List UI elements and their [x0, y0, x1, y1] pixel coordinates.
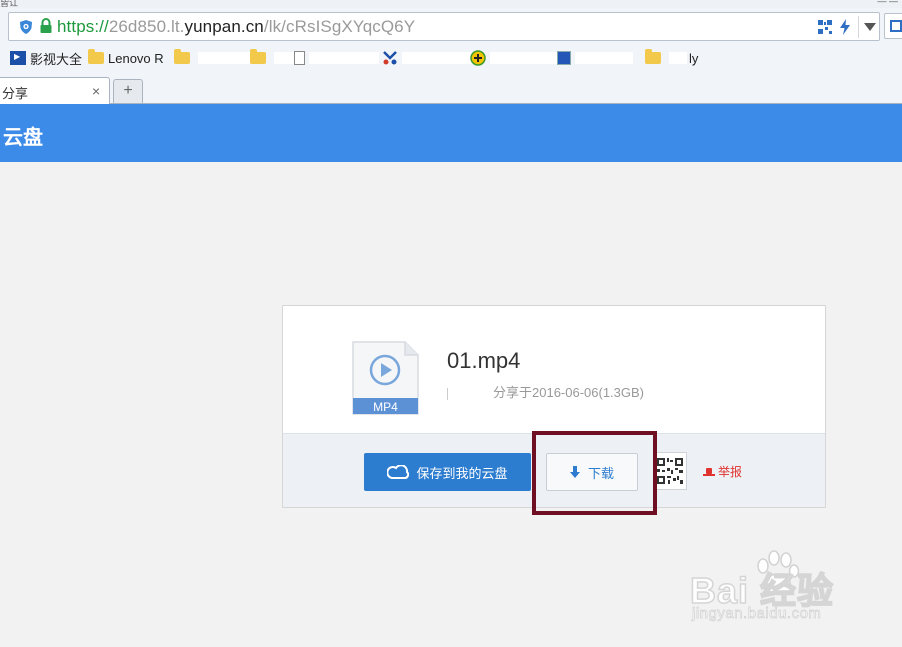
bookmark-item[interactable] [174, 46, 250, 70]
tab-label: 分享 [2, 86, 29, 101]
scissors-icon [383, 51, 397, 65]
chevron-down-icon[interactable] [864, 23, 876, 31]
lightning-icon[interactable] [839, 19, 851, 35]
tab-share[interactable]: 分享 × [0, 77, 110, 104]
qr-code-icon[interactable] [818, 20, 832, 34]
page-header: 云盘 [0, 104, 902, 162]
bookmark-label-redacted [669, 52, 687, 64]
file-type-label: MP4 [373, 400, 398, 414]
bookmark-label-redacted [309, 52, 379, 64]
bookmark-item[interactable] [382, 46, 474, 70]
bookmark-label: Lenovo R [108, 50, 164, 66]
window-controls[interactable]: — — [877, 0, 898, 6]
share-info: 分享于2016-06-06(1.3GB) [493, 385, 645, 400]
bookmark-item[interactable]: Lenovo R [88, 46, 164, 70]
film-icon [10, 51, 26, 65]
cloud-icon [387, 465, 410, 479]
plus-badge-icon [470, 50, 486, 66]
bookmark-item[interactable] [470, 46, 558, 70]
report-icon [703, 467, 715, 476]
close-icon[interactable]: × [92, 83, 100, 99]
qr-code-button[interactable] [653, 452, 687, 490]
shield-icon[interactable] [18, 19, 34, 35]
bookmark-item[interactable] [557, 46, 633, 70]
bookmark-label: ly [689, 50, 699, 66]
top-strip-text: 皆讧 [0, 0, 19, 8]
report-link[interactable]: 举报 [703, 463, 742, 480]
sharer-name-redacted [447, 387, 487, 400]
extension-icon[interactable] [884, 13, 902, 39]
bookmark-label-redacted [198, 52, 250, 64]
url-scheme: https:// [57, 17, 109, 36]
folder-icon [250, 49, 266, 64]
folder-icon [174, 49, 190, 64]
bookmark-item[interactable]: 影视大全 [10, 46, 82, 70]
report-label: 举报 [718, 465, 743, 479]
lock-icon[interactable] [39, 18, 53, 34]
url-text[interactable]: https://26d850.lt.yunpan.cn/lk/cRsISgXYq… [57, 17, 415, 37]
video-file-icon: MP4 [352, 341, 419, 415]
folder-icon [645, 49, 661, 64]
qr-code-icon [657, 458, 683, 484]
watermark: Bai 经验 jingyan.baidu.com [689, 548, 860, 628]
url-subdomain: 26d850.lt. [108, 17, 185, 36]
divider [858, 16, 859, 38]
address-bar[interactable]: https://26d850.lt.yunpan.cn/lk/cRsISgXYq… [8, 12, 880, 41]
save-label: 保存到我的云盘 [416, 465, 508, 481]
browser-chrome: 皆讧 — — https://26d850.lt.yunpan.cn/lk/cR… [0, 0, 902, 104]
new-tab-button[interactable]: + [113, 79, 143, 103]
top-strip: 皆讧 — — [0, 0, 902, 8]
file-name: 01.mp4 [447, 348, 521, 373]
watermark-url: jingyan.baidu.com [692, 605, 822, 623]
bookmark-item[interactable] [294, 46, 379, 70]
bookmark-label: 影视大全 [30, 51, 83, 67]
page-icon [294, 51, 305, 65]
bookmark-label-redacted [575, 52, 633, 64]
image-icon [557, 51, 571, 65]
url-domain: yunpan.cn [184, 17, 264, 36]
header-title[interactable]: 云盘 [3, 121, 43, 150]
bookmark-label-redacted [402, 52, 474, 64]
bookmarks-bar: 影视大全 Lenovo R [0, 46, 902, 70]
folder-icon [88, 49, 104, 64]
bookmark-item[interactable] [250, 46, 298, 70]
tab-strip: 分享 × + [0, 77, 902, 104]
save-to-cloud-button[interactable]: 保存到我的云盘 [364, 453, 531, 491]
url-path: /lk/cRsISgXYqcQ6Y [263, 17, 416, 36]
bookmark-label-redacted [490, 52, 558, 64]
bookmark-item[interactable]: ly [645, 46, 698, 70]
file-meta: 分享于2016-06-06(1.3GB) [447, 382, 644, 401]
highlight-box [532, 431, 657, 515]
